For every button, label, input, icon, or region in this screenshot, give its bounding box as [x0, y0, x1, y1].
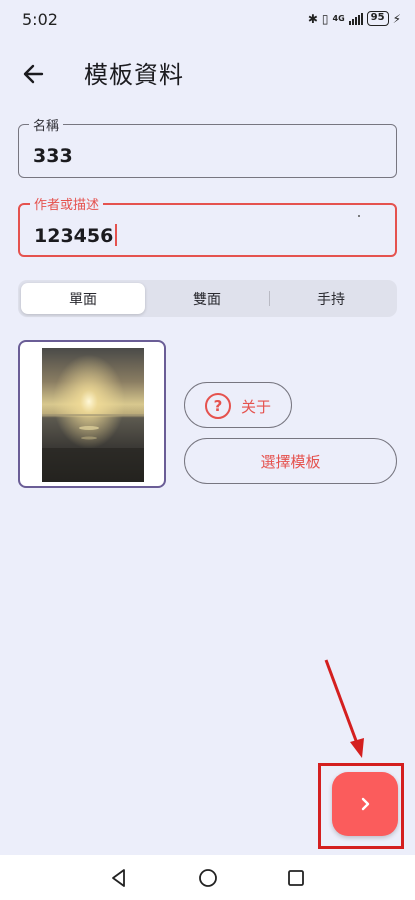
next-fab-button[interactable] — [332, 772, 398, 836]
segment-single-side[interactable]: 單面 — [21, 283, 145, 314]
template-thumbnail-image — [42, 348, 144, 482]
name-field-label: 名稱 — [29, 115, 64, 134]
author-description-label: 作者或描述 — [30, 194, 104, 213]
arrow-left-icon — [23, 64, 44, 84]
network-type: 4G — [332, 14, 345, 23]
system-navigation-bar — [0, 855, 415, 900]
charging-icon: ⚡ — [392, 11, 401, 26]
chevron-right-icon — [361, 797, 370, 811]
signal-icon — [348, 12, 363, 25]
nav-back-button[interactable] — [108, 867, 130, 889]
nav-recents-button[interactable] — [285, 867, 307, 889]
about-button[interactable]: ? 关于 — [184, 382, 292, 428]
vibrate-icon: ▯ — [321, 11, 329, 26]
back-button[interactable] — [18, 58, 50, 90]
status-time: 5:02 — [22, 10, 58, 29]
segment-double-side[interactable]: 雙面 — [145, 283, 269, 314]
author-description-value-wrap[interactable]: 123456 — [34, 224, 118, 247]
nav-home-button[interactable] — [197, 867, 219, 889]
mode-segmented-control: 單面 雙面 手持 — [18, 280, 397, 317]
page-title: 模板資料 — [84, 61, 184, 89]
name-field[interactable]: 名稱 333 — [18, 115, 397, 178]
status-bar: 5:02 ✱ ▯ 4G 95 ⚡ — [0, 0, 415, 40]
author-description-value: 123456 — [34, 225, 114, 247]
choose-template-button[interactable]: 選擇模板 — [184, 438, 397, 484]
square-recents-icon — [288, 870, 304, 886]
template-preview[interactable] — [18, 340, 166, 488]
name-field-value[interactable]: 333 — [33, 145, 73, 167]
segment-handheld[interactable]: 手持 — [269, 283, 393, 314]
about-label: 关于 — [241, 398, 272, 416]
author-description-field[interactable]: 作者或描述 123456 — [18, 194, 397, 257]
battery-level: 95 — [366, 11, 389, 26]
question-circle-icon: ? — [205, 393, 231, 419]
status-icons: ✱ ▯ 4G 95 ⚡ — [308, 11, 401, 26]
text-cursor — [115, 224, 118, 246]
field-dot — [358, 215, 360, 217]
circle-home-icon — [199, 869, 217, 887]
triangle-back-icon — [112, 869, 125, 887]
bluetooth-icon: ✱ — [307, 11, 318, 26]
